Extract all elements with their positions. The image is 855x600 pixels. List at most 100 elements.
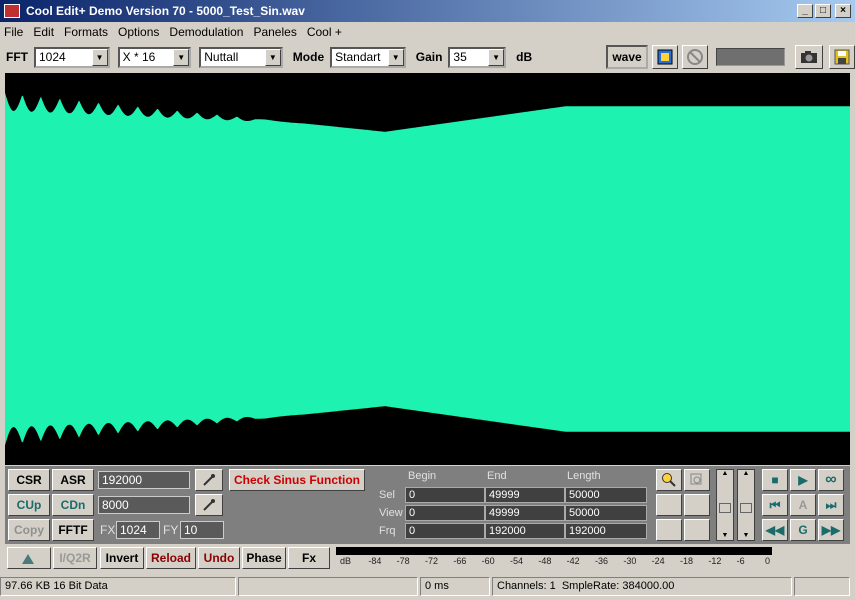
wave-button[interactable]: wave [606,45,648,69]
meter-tick: -54 [510,556,524,566]
menu-cool[interactable]: Cool + [307,25,342,39]
level-meter-bar [336,547,772,555]
menu-bar: File Edit Formats Options Demodulation P… [0,22,855,42]
window-function-value: Nuttall [204,50,239,64]
toolbar: FFT 1024 ▼ X * 16 ▼ Nuttall ▼ Mode Standart… [0,43,855,71]
meter-tick: -12 [708,556,722,566]
cdn-button[interactable]: CDn [52,494,94,516]
play-icon[interactable]: ▶ [790,469,816,491]
menu-edit[interactable]: Edit [33,25,54,39]
asr-button[interactable]: ASR [52,469,94,491]
fft-select[interactable]: 1024 ▼ [34,46,110,68]
spectrum-icon[interactable] [651,45,678,69]
tool-slot-empty[interactable] [656,494,682,516]
cup-button[interactable]: CUp [8,494,50,516]
cdn-input[interactable]: 8000 [98,496,190,514]
gain-select[interactable]: 35 ▼ [448,46,507,68]
meter-tick: -24 [651,556,665,566]
tool-slot-empty[interactable] [656,519,682,541]
zoom-value: X * 16 [122,50,156,64]
iq2r-button[interactable]: I/Q2R [53,547,97,569]
status-empty [238,577,418,596]
close-button[interactable]: × [835,4,851,18]
status-channels: Channels: 1 SmpleRate: 384000.00 [492,577,792,596]
sel-length[interactable]: 50000 [565,487,647,503]
zoom-fit-icon[interactable] [684,469,710,491]
fast-forward-icon[interactable]: ▶▶ [818,519,844,541]
g-button[interactable]: G [790,519,816,541]
menu-paneles[interactable]: Paneles [253,25,296,39]
menu-formats[interactable]: Formats [64,25,108,39]
col-end: End [487,470,507,482]
eyedropper-icon[interactable] [195,494,223,516]
title-bar: Cool Edit+ Demo Version 70 - 5000_Test_S… [0,0,855,22]
gain-unit: dB [516,50,533,64]
frq-begin[interactable]: 0 [405,523,485,539]
mode-label: Mode [292,50,325,64]
meter-tick: -48 [538,556,552,566]
go-start-icon[interactable]: ⏮ [762,494,788,516]
meter-tick: -72 [425,556,439,566]
invert-button[interactable]: Invert [100,547,144,569]
chevron-down-icon[interactable]: ▼ [91,48,108,66]
maximize-button[interactable]: □ [815,4,831,18]
save-icon[interactable] [829,45,855,69]
reload-button[interactable]: Reload [146,547,196,569]
view-begin[interactable]: 0 [405,505,485,521]
check-sinus-button[interactable]: Check Sinus Function [229,469,365,491]
waveform-svg [5,92,850,446]
view-end[interactable]: 49999 [485,505,565,521]
view-length[interactable]: 50000 [565,505,647,521]
status-time: 0 ms [420,577,490,596]
row-label-frq: Frq [379,525,396,537]
fx-label: FX [100,523,116,537]
csr-button[interactable]: CSR [8,469,50,491]
loop-icon[interactable]: ∞ [818,469,844,491]
menu-file[interactable]: File [4,25,23,39]
meter-tick: -36 [595,556,609,566]
fx-input[interactable]: 1024 [116,521,160,539]
frq-end[interactable]: 192000 [485,523,565,539]
menu-options[interactable]: Options [118,25,159,39]
marker-icon[interactable] [7,547,51,569]
sel-begin[interactable]: 0 [405,487,485,503]
waveform-display[interactable] [5,73,850,465]
undo-button[interactable]: Undo [198,547,240,569]
meter-tick: -30 [623,556,637,566]
window-function-select[interactable]: Nuttall ▼ [199,46,283,68]
sel-end[interactable]: 49999 [485,487,565,503]
fftf-button[interactable]: FFTF [52,519,94,541]
copy-button[interactable]: Copy [8,519,50,541]
tool-slot-empty[interactable] [684,494,710,516]
minimize-button[interactable]: _ [797,4,813,18]
asr-input[interactable]: 192000 [98,471,190,489]
chevron-down-icon[interactable]: ▼ [173,48,190,66]
a-button[interactable]: A [790,494,816,516]
fx-button[interactable]: Fx [288,547,330,569]
chevron-down-icon[interactable]: ▼ [264,48,281,66]
zoom-in-icon[interactable] [656,469,682,491]
status-samplerate: SmpleRate: 384000.00 [561,580,675,592]
go-end-icon[interactable]: ⏭ [818,494,844,516]
chevron-down-icon[interactable]: ▼ [387,48,404,66]
tool-slot-empty[interactable] [684,519,710,541]
camera-icon[interactable] [795,45,824,69]
stop-sign-icon[interactable] [681,45,708,69]
rewind-icon[interactable]: ◀◀ [762,519,788,541]
menu-demodulation[interactable]: Demodulation [169,25,243,39]
eyedropper-icon[interactable] [195,469,223,491]
app-icon [4,4,20,18]
vertical-scrollbar-2[interactable]: ▲ ▼ [737,469,755,541]
mode-select[interactable]: Standart ▼ [330,46,406,68]
vertical-scrollbar-1[interactable]: ▲ ▼ [716,469,734,541]
fy-input[interactable]: 10 [180,521,224,539]
zoom-select[interactable]: X * 16 ▼ [117,46,192,68]
meter-tick: -42 [566,556,580,566]
level-meter-scale: dB -84 -78 -72 -66 -60 -54 -48 -42 -36 -30 -24 -18 -1… [336,556,776,570]
col-begin: Begin [408,470,437,482]
phase-button[interactable]: Phase [242,547,286,569]
chevron-down-icon[interactable]: ▼ [488,48,505,66]
frq-length[interactable]: 192000 [565,523,647,539]
fft-value: 1024 [39,50,66,64]
stop-icon[interactable]: ■ [762,469,788,491]
